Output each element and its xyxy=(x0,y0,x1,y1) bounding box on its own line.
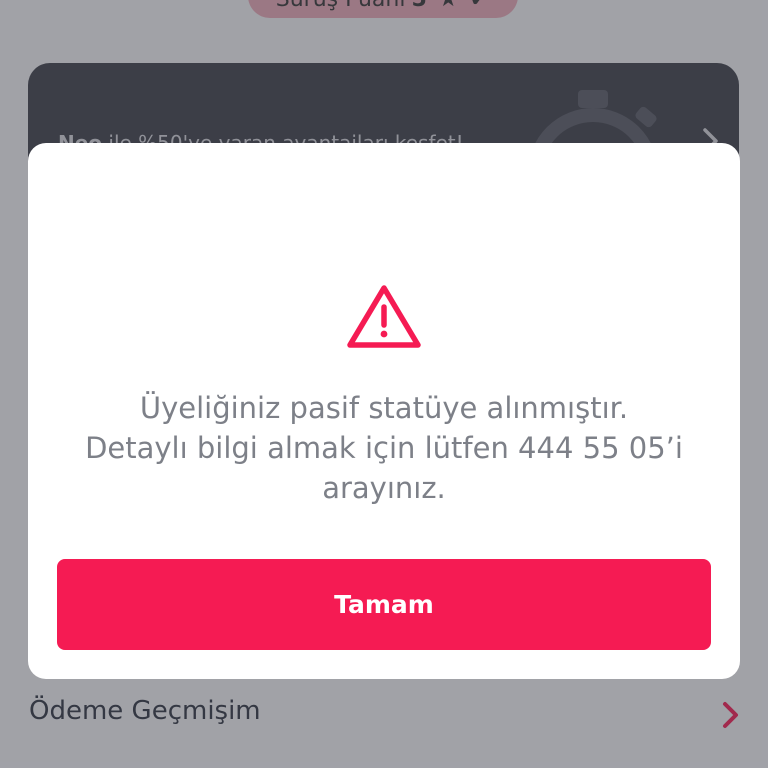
dialog-message-line: Üyeliğiniz pasif statüye alınmıştır. xyxy=(139,391,629,425)
alert-dialog: Üyeliğiniz pasif statüye alınmıştır. Det… xyxy=(28,143,740,679)
dialog-message-line: Detaylı bilgi almak için lütfen 444 55 0… xyxy=(85,431,683,465)
dialog-message: Üyeliğiniz pasif statüye alınmıştır. Det… xyxy=(48,388,720,508)
app-screen: Sürüş Puanı 5 ★ ✔ Neo ile %50'ye varan a… xyxy=(0,0,768,768)
dialog-message-line: arayınız. xyxy=(322,471,446,505)
warning-icon xyxy=(347,285,421,348)
ok-button[interactable]: Tamam xyxy=(57,559,711,650)
